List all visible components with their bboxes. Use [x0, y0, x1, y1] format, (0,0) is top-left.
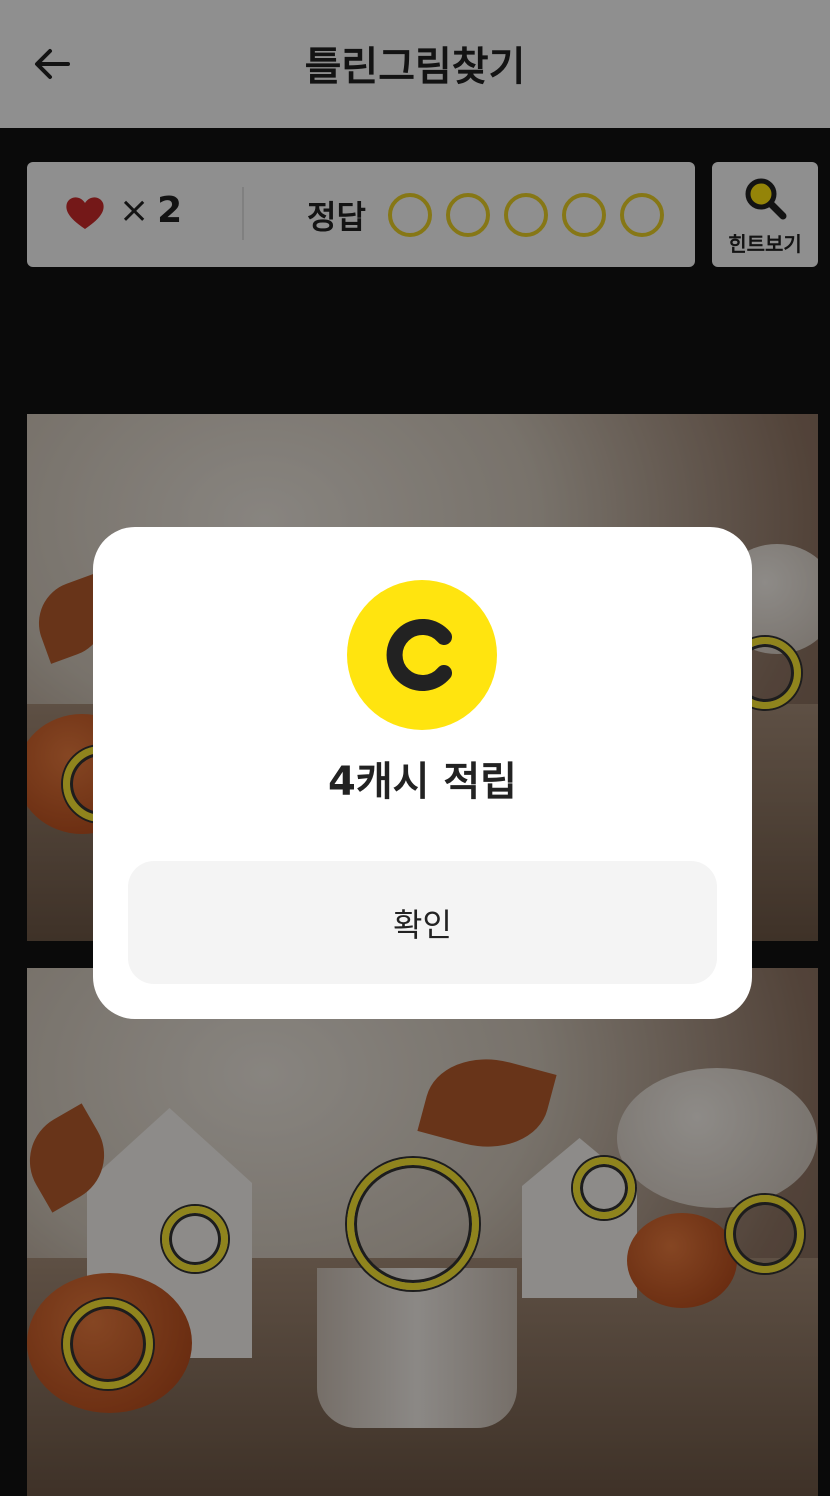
confirm-button[interactable]: 확인	[128, 861, 717, 984]
reward-text: 4캐시 적립	[328, 759, 517, 805]
reward-dialog: 4캐시 적립 확인	[93, 527, 752, 1019]
cash-coin-icon	[347, 580, 497, 730]
